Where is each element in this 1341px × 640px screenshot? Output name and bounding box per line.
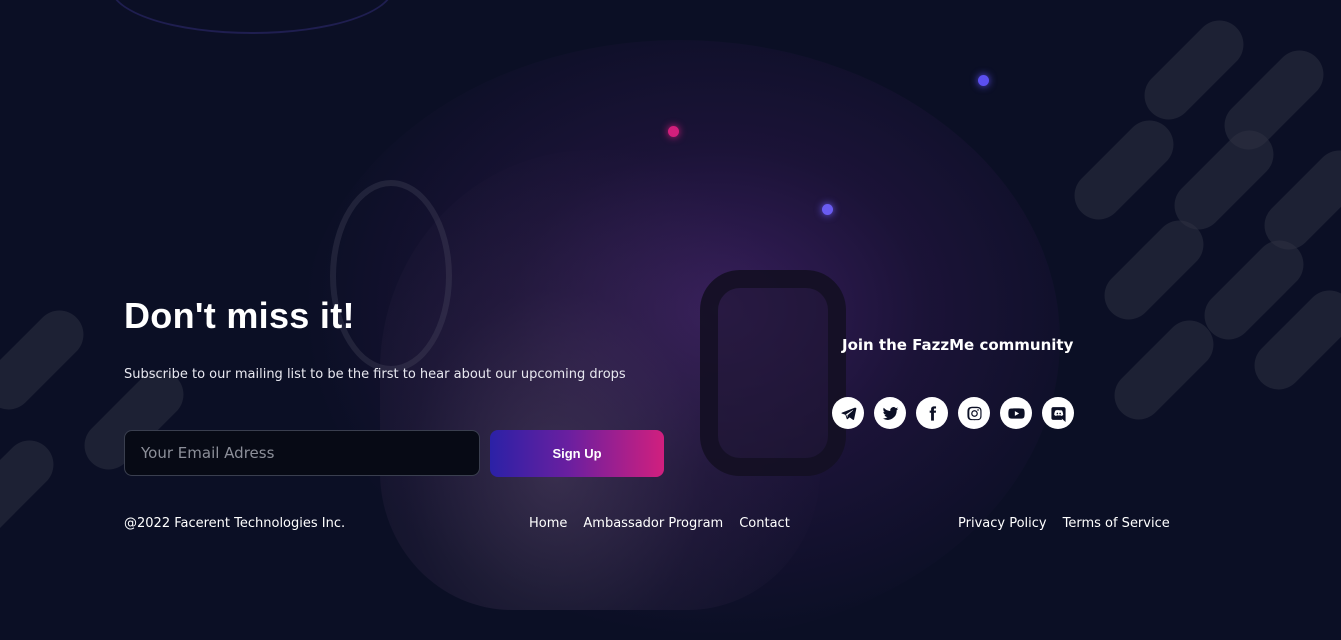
decor-dot-pink bbox=[668, 126, 679, 137]
background-pill bbox=[1104, 310, 1224, 430]
privacy-policy-link[interactable]: Privacy Policy bbox=[958, 516, 1047, 531]
facebook-icon bbox=[929, 405, 936, 421]
community-heading: Join the FazzMe community bbox=[842, 336, 1074, 354]
twitter-icon bbox=[882, 406, 898, 420]
background-visor-shape bbox=[330, 180, 452, 372]
background-pill bbox=[1094, 210, 1214, 330]
discord-link[interactable] bbox=[1042, 397, 1074, 429]
nav-link-ambassador-program[interactable]: Ambassador Program bbox=[583, 516, 723, 531]
legal-nav: Privacy Policy Terms of Service bbox=[958, 516, 1170, 531]
email-input[interactable] bbox=[124, 430, 480, 476]
telegram-link[interactable] bbox=[832, 397, 864, 429]
section-subtitle: Subscribe to our mailing list to be the … bbox=[124, 367, 626, 382]
background-ring bbox=[110, 0, 394, 34]
twitter-link[interactable] bbox=[874, 397, 906, 429]
background-pill bbox=[1064, 110, 1184, 230]
youtube-link[interactable] bbox=[1000, 397, 1032, 429]
youtube-icon bbox=[1007, 407, 1025, 419]
footer-nav: Home Ambassador Program Contact bbox=[529, 516, 790, 531]
nav-link-home[interactable]: Home bbox=[529, 516, 567, 531]
telegram-icon bbox=[840, 406, 856, 420]
background-pill bbox=[0, 300, 94, 420]
social-links bbox=[832, 397, 1074, 429]
copyright-text: @2022 Facerent Technologies Inc. bbox=[124, 516, 346, 531]
decor-dot-blue bbox=[822, 204, 833, 215]
background-headset-shape bbox=[700, 270, 846, 476]
background-pill bbox=[0, 430, 64, 550]
section-title: Don't miss it! bbox=[124, 295, 355, 336]
instagram-icon bbox=[966, 406, 982, 420]
decor-dot-blue bbox=[978, 75, 989, 86]
sign-up-button[interactable]: Sign Up bbox=[490, 430, 664, 477]
terms-of-service-link[interactable]: Terms of Service bbox=[1063, 516, 1170, 531]
discord-icon bbox=[1050, 406, 1066, 422]
nav-link-contact[interactable]: Contact bbox=[739, 516, 790, 531]
facebook-link[interactable] bbox=[916, 397, 948, 429]
instagram-link[interactable] bbox=[958, 397, 990, 429]
